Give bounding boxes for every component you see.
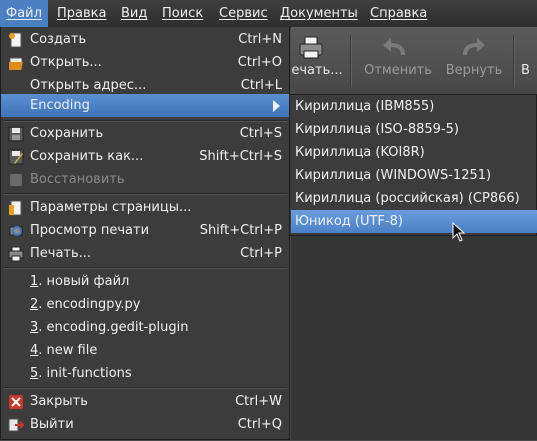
menu-item-accel: Ctrl+O	[237, 55, 282, 70]
recent-file-3[interactable]: 3. encoding.gedit-plugin	[1, 316, 289, 339]
print-preview-icon	[8, 223, 24, 239]
redo-label: Вернуть	[445, 63, 503, 78]
menu-item-label: Открыть...	[30, 55, 102, 70]
toolbar: ечать... Отменить Вернуть В	[291, 27, 537, 96]
menu-item-revert[interactable]: Восстановить	[1, 168, 289, 191]
menu-item-accel: Ctrl+N	[238, 32, 282, 47]
menu-item-encoding[interactable]: Encoding	[1, 94, 289, 117]
encoding-option-ibm855[interactable]: Кириллица (IBM855)	[291, 95, 537, 118]
open-folder-icon	[8, 55, 24, 71]
menu-separator	[3, 193, 287, 195]
menu-item-label: Закрыть	[30, 394, 88, 409]
menu-item-label: Просмотр печати	[30, 223, 150, 238]
redo-button[interactable]: Вернуть	[441, 27, 507, 95]
menu-item-accel: Ctrl+P	[240, 246, 282, 261]
menu-item-quit[interactable]: Выйти Ctrl+Q	[1, 413, 289, 436]
encoding-option-label: Кириллица (WINDOWS-1251)	[295, 168, 492, 183]
menu-edit[interactable]: Правка	[51, 0, 112, 27]
recent-file-label: . encodingpy.py	[38, 297, 141, 312]
menu-file[interactable]: Файл	[0, 0, 48, 27]
menu-item-label: Encoding	[30, 98, 90, 113]
encoding-submenu: Кириллица (IBM855) Кириллица (ISO-8859-5…	[289, 94, 537, 236]
recent-file-1[interactable]: 1. новый файл	[1, 270, 289, 293]
print-label: ечать...	[291, 63, 343, 78]
menu-view[interactable]: Вид	[115, 0, 153, 27]
encoding-option-iso-8859-5[interactable]: Кириллица (ISO-8859-5)	[291, 118, 537, 141]
menu-help[interactable]: Справка	[364, 0, 433, 27]
menu-item-open[interactable]: Открыть... Ctrl+O	[1, 51, 289, 74]
menu-item-label: Сохранить как...	[30, 149, 144, 164]
undo-label: Отменить	[364, 63, 432, 78]
menu-item-save-as[interactable]: Сохранить как... Shift+Ctrl+S	[1, 145, 289, 168]
menu-separator	[3, 387, 287, 389]
page-setup-icon	[8, 200, 24, 216]
menu-item-label: Сохранить	[30, 126, 104, 141]
print-button[interactable]: ечать...	[291, 27, 343, 95]
encoding-option-cp866[interactable]: Кириллица (российская) (CP866)	[291, 187, 537, 210]
recent-file-label: . encoding.gedit-plugin	[38, 320, 189, 335]
menu-search[interactable]: Поиск	[156, 0, 209, 27]
save-icon	[8, 126, 24, 142]
quit-icon	[8, 417, 25, 433]
menu-item-save[interactable]: Сохранить Ctrl+S	[1, 122, 289, 145]
undo-icon	[361, 35, 435, 61]
menu-item-print-preview[interactable]: Просмотр печати Shift+Ctrl+P	[1, 219, 289, 242]
file-menu: Создать Ctrl+N Открыть... Ctrl+O Открыть…	[0, 27, 290, 440]
recent-file-4[interactable]: 4. new file	[1, 339, 289, 362]
menu-item-accel: Shift+Ctrl+S	[199, 149, 282, 164]
submenu-arrow-icon	[273, 100, 280, 112]
menu-item-close[interactable]: Закрыть Ctrl+W	[1, 390, 289, 413]
encoding-option-label: Кириллица (ISO-8859-5)	[295, 122, 459, 137]
menu-documents[interactable]: Документы	[274, 0, 364, 27]
redo-icon	[441, 35, 507, 61]
encoding-option-label: Кириллица (российская) (CP866)	[295, 191, 520, 206]
encoding-option-label: Юникод (UTF-8)	[295, 214, 403, 229]
cut-label: В	[521, 63, 530, 78]
menu-item-label: Печать...	[30, 246, 92, 261]
revert-icon	[8, 172, 24, 188]
menu-item-label: Восстановить	[30, 172, 125, 187]
toolbar-separator	[513, 35, 515, 87]
encoding-option-utf8[interactable]: Юникод (UTF-8)	[291, 210, 537, 233]
print-icon	[8, 246, 24, 262]
menu-item-accel: Ctrl+Q	[237, 417, 282, 432]
encoding-option-koi8r[interactable]: Кириллица (KOI8R)	[291, 141, 537, 164]
recent-file-label: . init-functions	[38, 366, 132, 381]
menu-item-new[interactable]: Создать Ctrl+N	[1, 28, 289, 51]
printer-icon	[291, 35, 343, 61]
menu-item-label: Создать	[30, 32, 87, 47]
menu-item-accel: Ctrl+S	[239, 126, 282, 141]
encoding-option-label: Кириллица (IBM855)	[295, 99, 435, 114]
menu-item-print[interactable]: Печать... Ctrl+P	[1, 242, 289, 265]
encoding-option-windows-1251[interactable]: Кириллица (WINDOWS-1251)	[291, 164, 537, 187]
menu-tools[interactable]: Сервис	[213, 0, 274, 27]
toolbar-separator	[350, 35, 352, 87]
menu-item-label: Выйти	[30, 417, 74, 432]
recent-file-label: . new file	[38, 343, 98, 358]
cut-button[interactable]: В	[521, 27, 537, 95]
menu-separator	[3, 267, 287, 269]
recent-file-5[interactable]: 5. init-functions	[1, 362, 289, 385]
new-document-icon	[8, 32, 24, 48]
mouse-pointer-icon	[452, 221, 466, 246]
menu-item-accel: Ctrl+W	[235, 394, 282, 409]
menu-item-label: Параметры страницы...	[30, 200, 192, 215]
encoding-option-label: Кириллица (KOI8R)	[295, 145, 425, 160]
save-as-icon	[8, 149, 24, 165]
menu-item-page-setup[interactable]: Параметры страницы...	[1, 196, 289, 219]
menubar: Файл Правка Вид Поиск Сервис Документы С…	[0, 0, 537, 28]
recent-file-2[interactable]: 2. encodingpy.py	[1, 293, 289, 316]
menu-item-accel: Shift+Ctrl+P	[199, 223, 282, 238]
close-icon	[8, 394, 24, 410]
undo-button[interactable]: Отменить	[361, 27, 435, 95]
recent-file-label: . новый файл	[38, 274, 130, 289]
